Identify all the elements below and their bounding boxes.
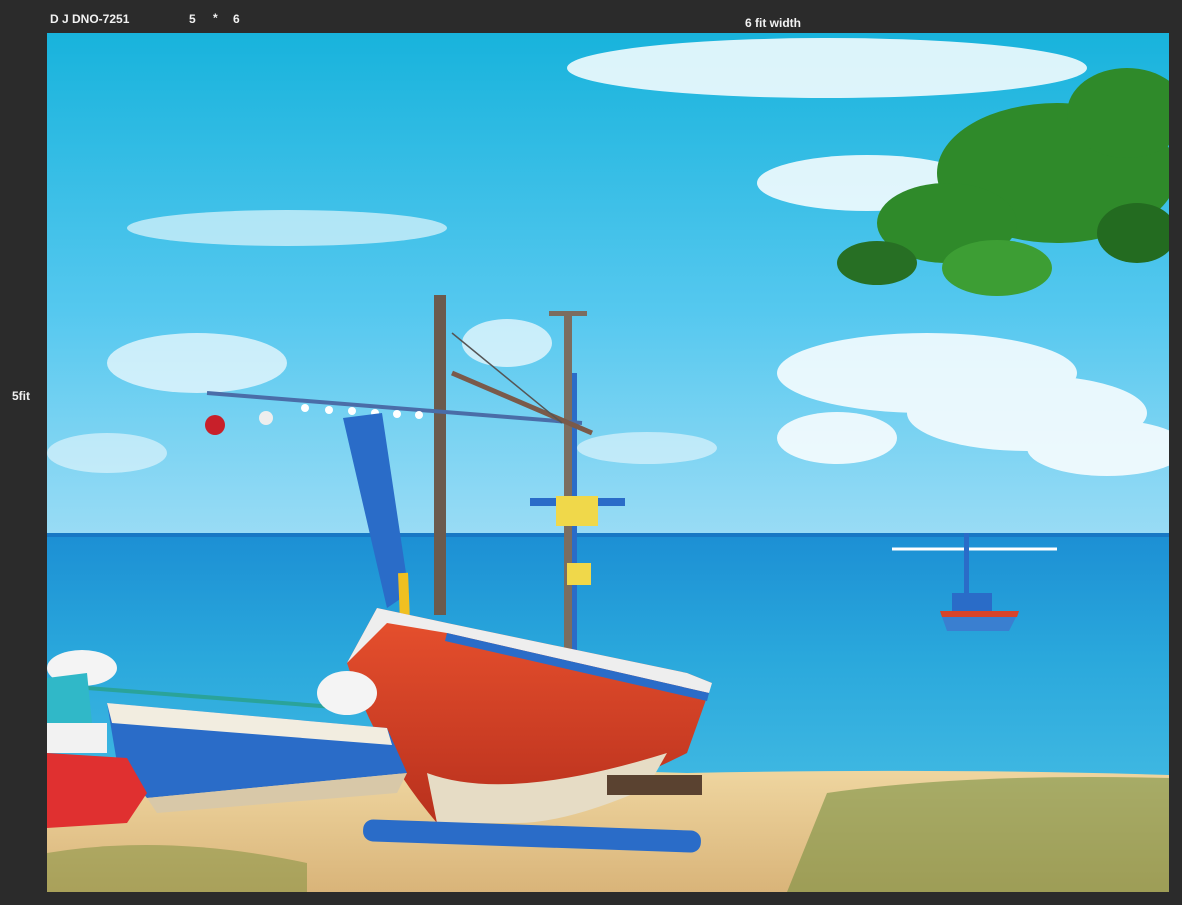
- width-measure-label: 6 fit width: [745, 16, 801, 30]
- dimension-separator: *: [213, 11, 218, 25]
- beach-grass: [787, 777, 1169, 892]
- backdrop-photo: [47, 33, 1169, 892]
- height-measure-label: 5fit: [12, 389, 30, 403]
- canvas-window: D J DNO-7251 5 * 6 6 fit width 5fit: [0, 0, 1182, 905]
- product-code-label: D J DNO-7251: [50, 12, 130, 26]
- horizon-line: [47, 533, 1169, 537]
- beach-scene-illustration: [47, 33, 1169, 892]
- dimension-width-value: 5: [189, 12, 196, 26]
- wooden-plank: [607, 775, 702, 795]
- dimension-height-value: 6: [233, 12, 240, 26]
